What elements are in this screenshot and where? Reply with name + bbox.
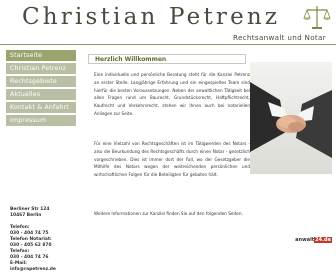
site-title: Christian Petrenz bbox=[22, 4, 281, 30]
sidebar: Startseite Christian Petrenz Rechtsgebie… bbox=[0, 45, 76, 272]
site-subtitle: Rechtsanwalt und Notar bbox=[232, 33, 326, 42]
nav-item-rechtsgebiete[interactable]: Rechtsgebiete bbox=[6, 76, 76, 87]
badge-prefix: anwalt bbox=[295, 237, 315, 243]
content-heading: Herzlich Willkommen bbox=[95, 56, 167, 63]
nav-item-aktuelles[interactable]: Aktuelles bbox=[6, 89, 76, 100]
content-heading-bar: Herzlich Willkommen bbox=[88, 54, 246, 64]
handshake-photo bbox=[250, 62, 332, 174]
contact-address: Berliner Str 124 10467 Berlin Telefon: 0… bbox=[10, 207, 56, 273]
nav-item-christian-petrenz[interactable]: Christian Petrenz bbox=[6, 63, 76, 74]
email-link[interactable]: info@rapetrenz.de bbox=[10, 267, 56, 273]
page: Christian Petrenz Rechtsanwalt und Notar… bbox=[0, 0, 336, 272]
more-info-paragraph: Weitere Informationen zur Kanzlei finden… bbox=[94, 211, 243, 216]
nav-item-impressum[interactable]: Impressum bbox=[6, 115, 76, 126]
notary-paragraph: Für eine Vielzahl von Rechtsgeschäften i… bbox=[94, 141, 250, 178]
nav-item-kontakt-anfahrt[interactable]: Kontakt & Anfahrt bbox=[6, 102, 76, 113]
badge-suffix: 24.de bbox=[314, 237, 332, 243]
header: Christian Petrenz Rechtsanwalt und Notar bbox=[0, 0, 336, 45]
nav-item-startseite[interactable]: Startseite bbox=[6, 50, 76, 61]
scales-of-justice-icon bbox=[303, 6, 331, 29]
anwalt24-badge[interactable]: anwalt24.de bbox=[288, 236, 332, 244]
intro-paragraph: Eine individuelle und persönliche Beratu… bbox=[94, 72, 250, 116]
